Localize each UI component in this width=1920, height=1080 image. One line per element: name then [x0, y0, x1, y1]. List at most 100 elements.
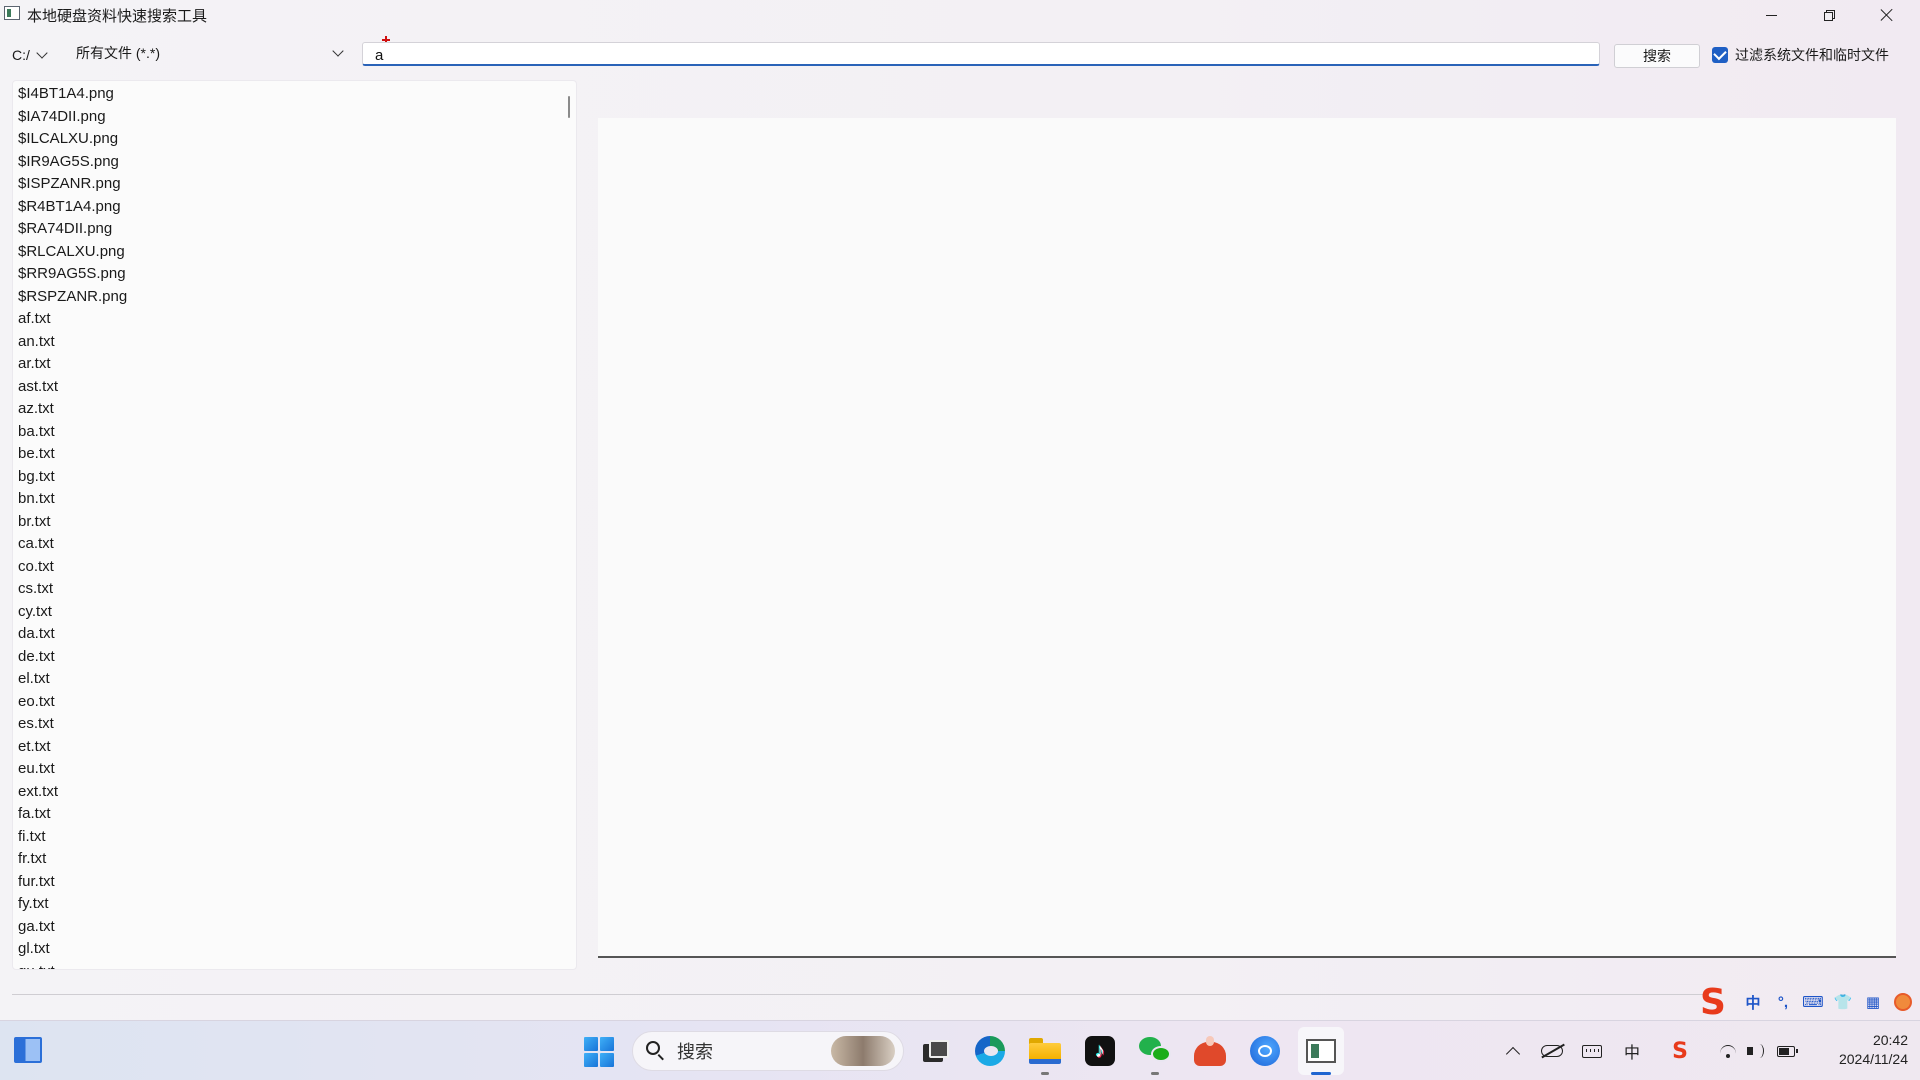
minimize-button[interactable] — [1742, 0, 1800, 30]
game-icon — [1194, 1036, 1226, 1066]
file-list-items: $I4BT1A4.png $IA74DII.png $ILCALXU.png $IR9… — [13, 81, 576, 970]
title-bar[interactable]: 本地硬盘资料快速搜索工具 — [0, 0, 1920, 30]
file-list-item[interactable]: es.txt — [18, 713, 576, 736]
volume-icon — [1747, 1043, 1765, 1059]
file-list-item[interactable]: bn.txt — [18, 488, 576, 511]
file-list-item[interactable]: ca.txt — [18, 533, 576, 556]
file-list[interactable]: $I4BT1A4.png $IA74DII.png $ILCALXU.png $IR9… — [12, 80, 577, 970]
edge-button[interactable] — [972, 1033, 1008, 1069]
file-list-item[interactable]: fy.txt — [18, 893, 576, 916]
ime-punctuation[interactable]: °, — [1768, 994, 1798, 1011]
file-list-item[interactable]: cs.txt — [18, 578, 576, 601]
scrollbar-thumb[interactable] — [568, 96, 570, 118]
volume-tray[interactable] — [1742, 1037, 1770, 1065]
task-view-button[interactable] — [918, 1033, 954, 1069]
file-list-item[interactable]: et.txt — [18, 736, 576, 759]
file-list-item[interactable]: cy.txt — [18, 601, 576, 624]
preview-pane[interactable] — [598, 118, 1896, 958]
ime-toolbox-icon[interactable]: ▦ — [1858, 993, 1888, 1011]
clock-time: 20:42 — [1872, 1032, 1908, 1048]
file-list-item[interactable]: br.txt — [18, 511, 576, 534]
file-explorer-button[interactable] — [1027, 1033, 1063, 1075]
file-list-item[interactable]: ast.txt — [18, 376, 576, 399]
app-window-icon — [1306, 1039, 1336, 1063]
search-icon — [645, 1040, 667, 1062]
file-list-item[interactable]: co.txt — [18, 556, 576, 579]
battery-tray[interactable] — [1772, 1037, 1800, 1065]
file-list-item[interactable]: da.txt — [18, 623, 576, 646]
file-list-item[interactable]: gl.txt — [18, 938, 576, 961]
cloud-offline-icon — [1541, 1045, 1563, 1057]
drive-select[interactable]: C:/ — [12, 44, 58, 66]
battery-icon — [1777, 1045, 1798, 1057]
drive-select-value: C:/ — [12, 47, 30, 63]
file-list-item[interactable]: ba.txt — [18, 421, 576, 444]
taskbar-search[interactable]: 搜索 — [632, 1031, 904, 1071]
file-type-value: 所有文件 (*.*) — [76, 45, 160, 61]
file-list-item[interactable]: $ISPZANR.png — [18, 173, 576, 196]
file-list-item[interactable]: fr.txt — [18, 848, 576, 871]
file-list-item[interactable]: $RSPZANR.png — [18, 286, 576, 309]
file-list-item[interactable]: ga.txt — [18, 916, 576, 939]
file-list-item[interactable]: $RA74DII.png — [18, 218, 576, 241]
file-list-item[interactable]: $IA74DII.png — [18, 106, 576, 129]
close-button[interactable] — [1858, 0, 1916, 30]
ime-toolbar[interactable]: 中 °, ⌨ 👕 ▦ — [1696, 982, 1920, 1023]
file-list-item[interactable]: gu.txt — [18, 961, 576, 970]
file-list-item[interactable]: $ILCALXU.png — [18, 128, 576, 151]
file-list-item[interactable]: af.txt — [18, 308, 576, 331]
ime-keyboard-icon[interactable]: ⌨ — [1798, 993, 1828, 1011]
input-language-tray[interactable]: 中 — [1618, 1037, 1646, 1065]
game-app-button[interactable] — [1192, 1033, 1228, 1069]
search-button[interactable]: 搜索 — [1614, 44, 1700, 68]
checkbox-checked-icon[interactable] — [1712, 46, 1728, 63]
clock[interactable]: 20:42 2024/11/24 — [1812, 1031, 1908, 1069]
start-button[interactable] — [584, 1037, 614, 1067]
ime-assistant-icon[interactable] — [1894, 993, 1912, 1011]
file-list-item[interactable]: fa.txt — [18, 803, 576, 826]
file-list-item[interactable]: az.txt — [18, 398, 576, 421]
sogou-tray[interactable]: S — [1666, 1037, 1694, 1065]
wifi-tray[interactable] — [1714, 1037, 1742, 1065]
sogou-icon: S — [1672, 1038, 1688, 1064]
search-input[interactable] — [362, 42, 1600, 66]
folder-icon — [1029, 1038, 1061, 1064]
tiktok-button[interactable]: ♪ — [1082, 1033, 1118, 1069]
restore-button[interactable] — [1800, 0, 1858, 30]
file-list-item[interactable]: be.txt — [18, 443, 576, 466]
onedrive-tray[interactable] — [1538, 1037, 1566, 1065]
ime-mode[interactable]: 中 — [1738, 992, 1768, 1013]
file-list-item[interactable]: eu.txt — [18, 758, 576, 781]
clock-date: 2024/11/24 — [1838, 1051, 1908, 1067]
file-list-item[interactable]: eo.txt — [18, 691, 576, 714]
tray-overflow-button[interactable] — [1499, 1037, 1527, 1065]
file-list-item[interactable]: bg.txt — [18, 466, 576, 489]
wechat-button[interactable] — [1137, 1033, 1173, 1075]
widgets-icon[interactable] — [14, 1037, 42, 1063]
search-tool-app-button[interactable] — [1303, 1033, 1339, 1075]
file-list-item[interactable]: $IR9AG5S.png — [18, 151, 576, 174]
chat-app-button[interactable] — [1247, 1033, 1283, 1069]
file-type-select[interactable]: 所有文件 (*.*) — [72, 42, 348, 64]
file-list-item[interactable]: de.txt — [18, 646, 576, 669]
file-list-item[interactable]: ext.txt — [18, 781, 576, 804]
file-list-item[interactable]: $RR9AG5S.png — [18, 263, 576, 286]
file-list-item[interactable]: $I4BT1A4.png — [18, 83, 576, 106]
ime-skin-icon[interactable]: 👕 — [1828, 993, 1858, 1011]
window-title: 本地硬盘资料快速搜索工具 — [27, 8, 208, 25]
file-list-item[interactable]: an.txt — [18, 331, 576, 354]
sogou-ime-logo-icon[interactable] — [1696, 982, 1732, 1023]
file-list-item[interactable]: fur.txt — [18, 871, 576, 894]
chevron-up-icon — [1505, 1046, 1521, 1061]
file-list-item[interactable]: $R4BT1A4.png — [18, 196, 576, 219]
file-list-item[interactable]: ar.txt — [18, 353, 576, 376]
file-list-item[interactable]: el.txt — [18, 668, 576, 691]
file-list-item[interactable]: $RLCALXU.png — [18, 241, 576, 264]
file-list-item[interactable]: fi.txt — [18, 826, 576, 849]
tiktok-icon: ♪ — [1085, 1036, 1115, 1066]
keyboard-tray[interactable] — [1578, 1037, 1606, 1065]
filter-system-files-checkbox[interactable]: 过滤系统文件和临时文件 — [1712, 45, 1889, 65]
chevron-down-icon — [332, 45, 344, 57]
keyboard-icon — [1582, 1044, 1602, 1058]
taskbar-search-placeholder: 搜索 — [677, 1042, 713, 1062]
